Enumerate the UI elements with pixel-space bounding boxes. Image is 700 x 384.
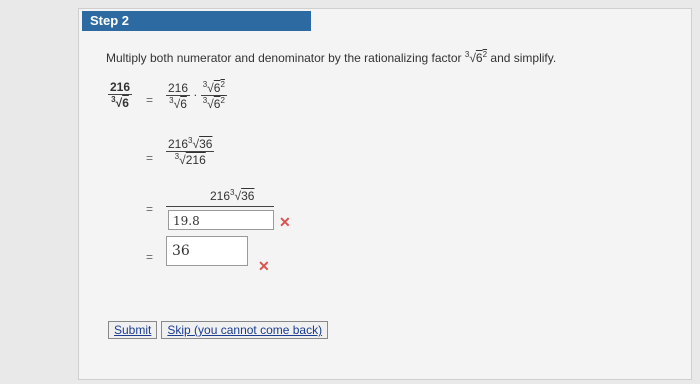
eq2-equals: = <box>146 151 154 165</box>
submit-button[interactable]: Submit <box>108 321 158 339</box>
eq3-answer-input[interactable]: 19.8 <box>168 210 274 230</box>
step-title: Step 2 <box>90 13 130 28</box>
eq4-equals: = <box>146 250 154 264</box>
eq3-wrong-icon: ✕ <box>279 214 291 230</box>
eq3-fraction-bar <box>166 206 274 207</box>
button-row: Submit Skip (you cannot come back) <box>108 321 329 339</box>
step-header: Step 2 <box>82 11 311 31</box>
eq1-rhs: 216 3√6 · 3√62 3√62 <box>166 80 227 111</box>
eq3-equals: = <box>146 202 154 216</box>
eq2-rhs: 2163√36 3√216 <box>166 136 215 167</box>
rationalizing-factor: 3√62 <box>464 50 488 65</box>
eq4-answer-input[interactable]: 36 <box>166 236 248 266</box>
eq4-wrong-icon: ✕ <box>258 258 270 274</box>
instruction-text: Multiply both numerator and denominator … <box>106 50 557 65</box>
skip-button[interactable]: Skip (you cannot come back) <box>161 321 329 339</box>
eq3-numerator: 2163√36 <box>210 188 255 203</box>
eq1-equals: = <box>146 93 154 107</box>
eq1-lhs: 216 3√6 <box>108 80 133 110</box>
